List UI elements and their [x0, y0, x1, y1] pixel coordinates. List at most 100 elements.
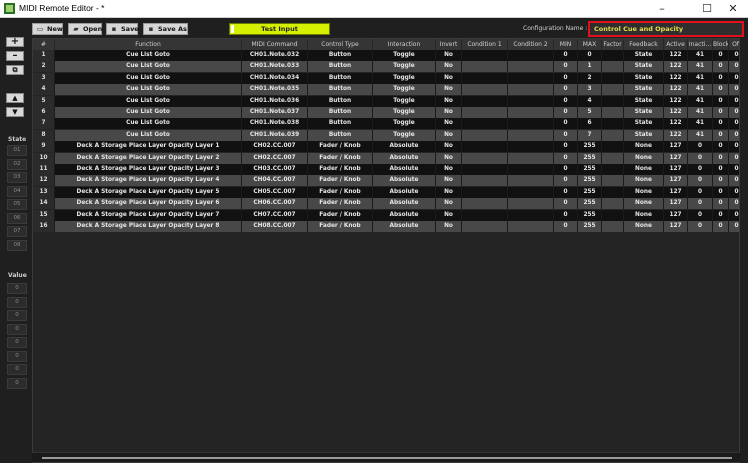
column-header[interactable]: Active: [664, 39, 688, 50]
table-cell[interactable]: [508, 164, 554, 175]
table-cell[interactable]: [508, 141, 554, 153]
table-cell[interactable]: 0: [713, 198, 729, 210]
table-cell[interactable]: State: [624, 84, 664, 96]
table-cell[interactable]: 41: [688, 72, 713, 84]
state-slot[interactable]: 06: [7, 212, 27, 224]
table-cell[interactable]: [602, 198, 624, 210]
column-header[interactable]: Condition 2: [508, 39, 554, 50]
table-cell[interactable]: None: [624, 198, 664, 210]
copy-row-button[interactable]: ⧉: [6, 65, 24, 75]
table-cell[interactable]: Cue List Goto: [55, 61, 242, 73]
table-cell[interactable]: No: [436, 209, 462, 221]
table-cell[interactable]: 4: [33, 84, 55, 96]
table-cell[interactable]: 0: [729, 186, 739, 198]
table-cell[interactable]: 0: [713, 186, 729, 198]
table-cell[interactable]: 0: [554, 141, 578, 153]
table-cell[interactable]: [508, 50, 554, 61]
table-cell[interactable]: 0: [554, 152, 578, 164]
table-cell[interactable]: [508, 221, 554, 232]
table-cell[interactable]: [602, 221, 624, 232]
table-cell[interactable]: CH01.Note.037: [242, 107, 308, 118]
table-cell[interactable]: CH03.CC.007: [242, 164, 308, 175]
table-cell[interactable]: 122: [664, 107, 688, 118]
close-button[interactable]: ✕: [718, 0, 748, 18]
table-cell[interactable]: 0: [713, 95, 729, 107]
table-cell[interactable]: [508, 107, 554, 118]
state-slot[interactable]: 05: [7, 199, 27, 210]
table-cell[interactable]: 0: [554, 129, 578, 141]
table-cell[interactable]: Toggle: [373, 107, 436, 118]
table-cell[interactable]: Toggle: [373, 84, 436, 96]
table-cell[interactable]: No: [436, 129, 462, 141]
table-cell[interactable]: 0: [729, 198, 739, 210]
table-cell[interactable]: 127: [664, 164, 688, 175]
table-cell[interactable]: No: [436, 84, 462, 96]
table-cell[interactable]: 7: [578, 129, 602, 141]
save-as-button[interactable]: ▪ Save As: [143, 23, 188, 35]
table-cell[interactable]: 0: [729, 164, 739, 175]
table-cell[interactable]: [462, 175, 508, 187]
table-cell[interactable]: 7: [33, 118, 55, 130]
table-row[interactable]: 10 Deck A Storage Place Layer Opacity Lay…: [33, 152, 739, 164]
table-cell[interactable]: Absolute: [373, 209, 436, 221]
table-cell[interactable]: Cue List Goto: [55, 118, 242, 130]
table-cell[interactable]: Deck A Storage Place Layer Opacity Layer…: [55, 186, 242, 198]
table-cell[interactable]: [602, 209, 624, 221]
table-cell[interactable]: No: [436, 118, 462, 130]
state-slot[interactable]: 03: [7, 172, 27, 183]
table-cell[interactable]: CH01.Note.033: [242, 61, 308, 73]
table-cell[interactable]: Deck A Storage Place Layer Opacity Layer…: [55, 141, 242, 153]
table-cell[interactable]: 15: [33, 209, 55, 221]
table-cell[interactable]: [602, 84, 624, 96]
table-cell[interactable]: [508, 175, 554, 187]
table-cell[interactable]: Button: [308, 118, 373, 130]
table-cell[interactable]: 0: [554, 164, 578, 175]
table-cell[interactable]: [602, 152, 624, 164]
table-cell[interactable]: CH01.Note.032: [242, 50, 308, 61]
table-cell[interactable]: [602, 61, 624, 73]
table-row[interactable]: 16 Deck A Storage Place Layer Opacity Lay…: [33, 221, 739, 232]
table-cell[interactable]: 127: [664, 198, 688, 210]
table-cell[interactable]: 0: [729, 118, 739, 130]
value-slot[interactable]: 0: [7, 337, 27, 348]
table-cell[interactable]: 127: [664, 152, 688, 164]
table-cell[interactable]: [602, 141, 624, 153]
table-cell[interactable]: 122: [664, 118, 688, 130]
horizontal-scrollbar[interactable]: [32, 452, 740, 462]
table-cell[interactable]: 127: [664, 221, 688, 232]
table-cell[interactable]: Cue List Goto: [55, 95, 242, 107]
table-cell[interactable]: Toggle: [373, 50, 436, 61]
table-cell[interactable]: 0: [729, 141, 739, 153]
table-cell[interactable]: [462, 209, 508, 221]
table-cell[interactable]: None: [624, 175, 664, 187]
table-cell[interactable]: Button: [308, 61, 373, 73]
table-cell[interactable]: No: [436, 198, 462, 210]
table-cell[interactable]: 0: [729, 72, 739, 84]
value-slot[interactable]: 0: [7, 323, 27, 335]
table-cell[interactable]: Fader / Knob: [308, 186, 373, 198]
table-row[interactable]: 7 Cue List Goto CH01.Note.038 Button Toggle N…: [33, 118, 739, 130]
table-cell[interactable]: 2: [33, 61, 55, 73]
table-cell[interactable]: No: [436, 141, 462, 153]
table-cell[interactable]: No: [436, 221, 462, 232]
table-cell[interactable]: 3: [578, 84, 602, 96]
table-cell[interactable]: 0: [688, 186, 713, 198]
table-cell[interactable]: 0: [554, 209, 578, 221]
table-cell[interactable]: 1: [33, 50, 55, 61]
table-cell[interactable]: 6: [578, 118, 602, 130]
table-cell[interactable]: 12: [33, 175, 55, 187]
table-cell[interactable]: 41: [688, 84, 713, 96]
table-cell[interactable]: 0: [554, 221, 578, 232]
table-cell[interactable]: 0: [688, 152, 713, 164]
table-cell[interactable]: State: [624, 61, 664, 73]
value-slot[interactable]: 0: [7, 296, 27, 308]
table-cell[interactable]: 0: [713, 50, 729, 61]
table-cell[interactable]: Button: [308, 129, 373, 141]
table-cell[interactable]: 255: [578, 164, 602, 175]
state-slot[interactable]: 04: [7, 185, 27, 197]
table-cell[interactable]: Cue List Goto: [55, 84, 242, 96]
table-cell[interactable]: 0: [729, 95, 739, 107]
table-cell[interactable]: [462, 95, 508, 107]
table-cell[interactable]: 122: [664, 95, 688, 107]
table-cell[interactable]: 16: [33, 221, 55, 232]
